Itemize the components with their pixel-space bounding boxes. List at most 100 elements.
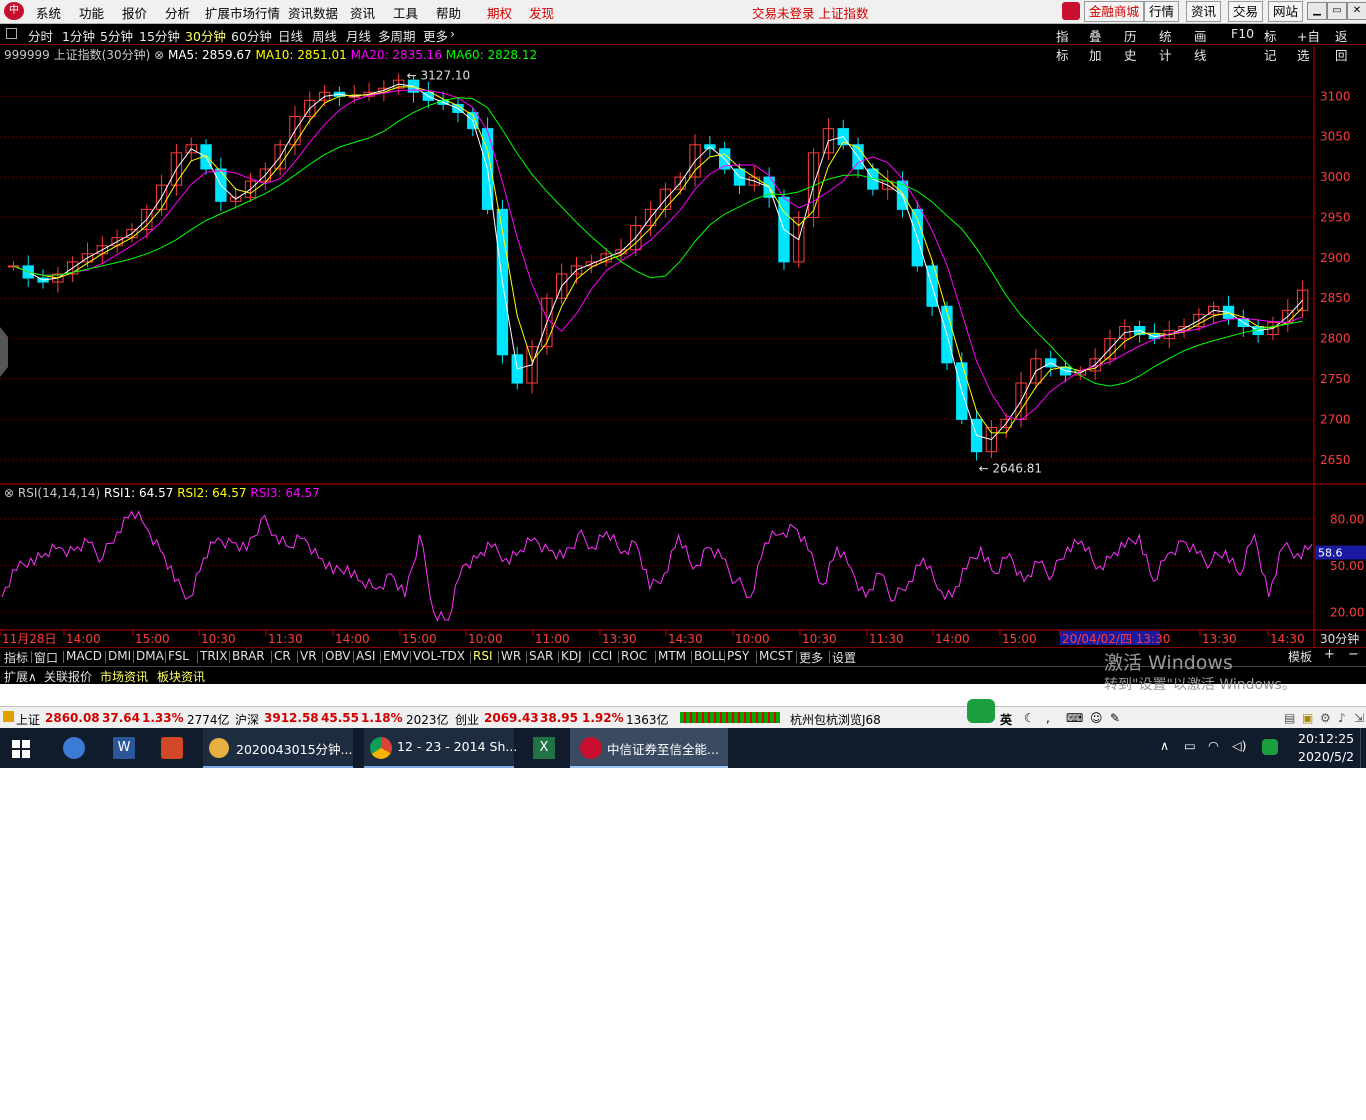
indicator-tab-emv[interactable]: EMV (383, 649, 409, 663)
word-icon[interactable]: W (113, 737, 135, 759)
collapse-icon[interactable] (6, 28, 17, 39)
period-more[interactable]: 更多 (423, 26, 448, 45)
menu-function[interactable]: 功能 (79, 3, 104, 22)
period-5min[interactable]: 5分钟 (100, 26, 133, 45)
period-15min[interactable]: 15分钟 (139, 26, 180, 45)
indicator-tab-mtm[interactable]: MTM (658, 649, 686, 663)
price-chart[interactable]: 3100 3050 3000 2950 2900 2850 2800 2750 2700 2650… (0, 44, 1366, 648)
indicator-tab-cci[interactable]: CCI (592, 649, 612, 663)
battery-icon[interactable]: ▭ (1184, 738, 1196, 753)
maximize-icon[interactable]: ▭ (1327, 2, 1347, 20)
tab-expand[interactable]: 扩展∧ (4, 668, 37, 685)
menu-discover[interactable]: 发现 (529, 3, 554, 22)
sound-icon[interactable]: ♪ (1338, 711, 1346, 725)
period-timeshare[interactable]: 分时 (28, 26, 53, 45)
excel-icon[interactable]: X (533, 737, 555, 759)
indicator-tab-macd[interactable]: MACD (66, 649, 102, 663)
tab-sector-news[interactable]: 板块资讯 (157, 668, 205, 685)
time-tick-label: 11:30 (869, 632, 904, 646)
menu-analysis[interactable]: 分析 (165, 3, 190, 22)
indicator-tab-dmi[interactable]: DMI (108, 649, 131, 663)
windows-start-icon[interactable] (12, 740, 30, 758)
indicator-tab-窗口[interactable]: 窗口 (34, 649, 58, 666)
template-button[interactable]: 模板 (1288, 648, 1312, 665)
sogou-icon[interactable] (967, 699, 995, 723)
website-button[interactable]: 网站 (1268, 1, 1304, 22)
cy-name[interactable]: 创业 (455, 711, 479, 728)
indicator-tab-vol-tdx[interactable]: VOL-TDX (413, 649, 465, 663)
menu-info[interactable]: 资讯 (350, 3, 375, 22)
period-daily[interactable]: 日线 (278, 26, 303, 45)
indicator-tab-asi[interactable]: ASI (356, 649, 375, 663)
taskbar-item-paint[interactable]: 2020043015分钟... (203, 728, 353, 768)
taskbar-item-citic[interactable]: 中信证券至信全能... (570, 728, 728, 768)
keyboard-icon[interactable]: ⌨ (1066, 711, 1083, 725)
hs-name[interactable]: 沪深 (235, 711, 259, 728)
clock-time[interactable]: 20:12:25 (1298, 731, 1354, 746)
show-desktop[interactable] (1360, 728, 1361, 768)
presentation-icon[interactable] (161, 737, 183, 759)
tab-market-news[interactable]: 市场资讯 (100, 668, 148, 685)
settings-icon[interactable]: ⚙ (1320, 711, 1331, 725)
indicator-tab-dma[interactable]: DMA (136, 649, 164, 663)
menu-tools[interactable]: 工具 (393, 3, 418, 22)
menu-ext-market[interactable]: 扩展市场行情 (205, 3, 280, 22)
indicator-tab-brar[interactable]: BRAR (232, 649, 265, 663)
period-30min[interactable]: 30分钟 (185, 26, 226, 45)
browser-icon[interactable] (63, 737, 85, 759)
ime-mode[interactable]: 英 (1000, 711, 1012, 728)
menu-help[interactable]: 帮助 (436, 3, 461, 22)
indicator-tab-kdj[interactable]: KDJ (561, 649, 582, 663)
punctuation-icon[interactable]: , (1046, 711, 1050, 725)
period-multi[interactable]: 多周期 (378, 26, 416, 45)
close-icon[interactable]: ✕ (1347, 2, 1366, 20)
panel-icon[interactable]: ▤ (1284, 711, 1295, 725)
period-weekly[interactable]: 周线 (312, 26, 337, 45)
minus-icon[interactable]: − (1348, 647, 1359, 662)
sogou-tray-icon[interactable] (1262, 739, 1278, 755)
minimize-icon[interactable]: ▁ (1307, 2, 1327, 20)
lock-icon[interactable]: ▣ (1302, 711, 1313, 725)
wrench-icon[interactable]: ✎ (1110, 711, 1120, 725)
trade-button[interactable]: 交易 (1228, 1, 1264, 22)
wifi-icon[interactable]: ◠ (1208, 738, 1219, 753)
indicator-tab-cr[interactable]: CR (274, 649, 291, 663)
indicator-tab-mcst[interactable]: MCST (759, 649, 793, 663)
financial-mall-button[interactable]: 金融商城 (1084, 1, 1145, 22)
indicator-tab-psy[interactable]: PSY (727, 649, 749, 663)
indicator-tab-指标[interactable]: 指标 (4, 649, 28, 666)
indicator-tab-roc[interactable]: ROC (621, 649, 647, 663)
indicator-tab-boll[interactable]: BOLL (694, 649, 725, 663)
info-button[interactable]: 资讯 (1186, 1, 1222, 22)
menu-system[interactable]: 系统 (36, 3, 61, 22)
indicator-tab-sar[interactable]: SAR (529, 649, 553, 663)
tray-chevron-icon[interactable]: ∧ (1160, 738, 1169, 753)
indicator-tab-obv[interactable]: OBV (325, 649, 351, 663)
volume-icon[interactable]: ◁) (1232, 738, 1247, 753)
period-monthly[interactable]: 月线 (346, 26, 371, 45)
user-icon[interactable]: ☺ (1090, 711, 1103, 725)
period-60min[interactable]: 60分钟 (231, 26, 272, 45)
indicator-tab-更多[interactable]: 更多 (799, 649, 823, 666)
moon-icon[interactable]: ☾ (1024, 711, 1035, 725)
quote-button[interactable]: 行情 (1144, 1, 1180, 22)
tab-related-quotes[interactable]: 关联报价 (44, 668, 92, 685)
indicator-tab-设置[interactable]: 设置 (832, 649, 856, 666)
add-icon[interactable]: + (1324, 647, 1335, 662)
expand-icon[interactable]: ⇲ (1354, 711, 1364, 725)
server-label[interactable]: 杭州包杭浏览J68 (790, 711, 881, 728)
indicator-tab-trix[interactable]: TRIX (200, 649, 227, 663)
indicator-tab-vr[interactable]: VR (300, 649, 317, 663)
menu-options[interactable]: 期权 (487, 3, 512, 22)
clock-date[interactable]: 2020/5/2 (1298, 749, 1354, 764)
indicator-tab-wr[interactable]: WR (501, 649, 521, 663)
sh-name[interactable]: 上证 (16, 711, 40, 728)
period-1min[interactable]: 1分钟 (62, 26, 95, 45)
taskbar-item-chrome[interactable]: 12 - 23 - 2014 Sh... (364, 728, 517, 768)
tool-f10[interactable]: F10 (1231, 26, 1254, 41)
chevron-right-icon[interactable]: › (450, 26, 455, 41)
indicator-tab-rsi[interactable]: RSI (473, 649, 493, 663)
menu-quote[interactable]: 报价 (122, 3, 147, 22)
indicator-tab-fsl[interactable]: FSL (168, 649, 189, 663)
menu-info-data[interactable]: 资讯数据 (288, 3, 338, 22)
